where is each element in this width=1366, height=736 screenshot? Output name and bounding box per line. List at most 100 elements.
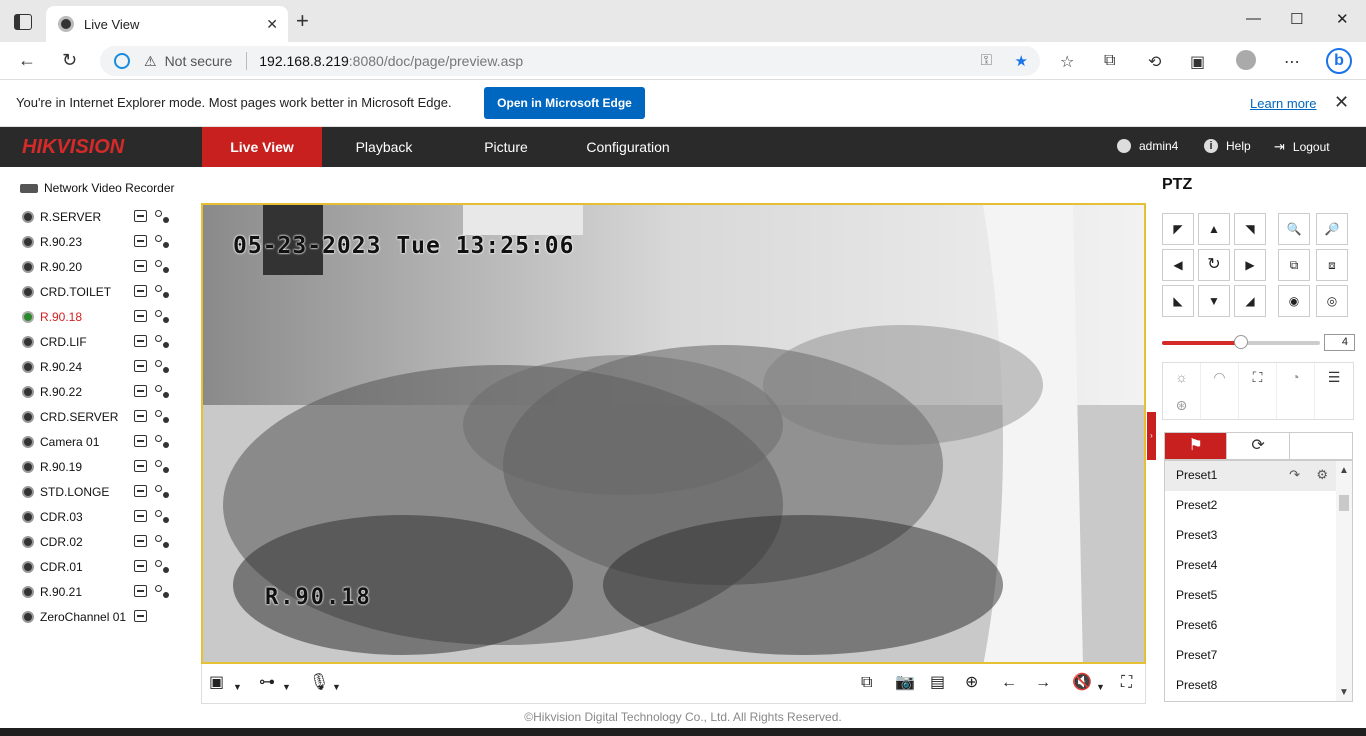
zoom-out-icon[interactable]: 🔍 [1278,213,1310,245]
tab-preset-flag-icon[interactable]: ⚑ [1165,433,1228,459]
tab-actions-icon[interactable] [14,14,32,30]
ptz-up-button[interactable]: ▲ [1198,213,1230,245]
preset-item[interactable]: Preset8 [1165,671,1352,701]
substream-icon[interactable] [155,460,169,473]
stream-icon[interactable] [134,460,147,472]
nav-live-view[interactable]: Live View [202,127,322,167]
scroll-up-icon[interactable]: ▲ [1339,465,1349,476]
ptz-up-right-button[interactable]: ◥ [1234,213,1266,245]
camera-item[interactable]: STD.LONGE [14,479,190,504]
nav-picture[interactable]: Picture [456,127,556,167]
next-page-icon[interactable]: → [1035,675,1051,691]
substream-icon[interactable] [155,360,169,373]
set-preset-gear-icon[interactable]: ⚙ [1316,461,1328,489]
substream-icon[interactable] [155,210,169,223]
video-viewport[interactable]: 05-23-2023 Tue 13:25:06 R.90.18 [201,203,1146,664]
new-tab-button[interactable]: + [296,10,309,32]
tab-patrol-icon[interactable]: ⟳ [1227,433,1290,459]
iris-open-icon[interactable]: ◉ [1278,285,1310,317]
microphone-icon[interactable]: 🎙 [309,675,329,691]
browser-tab[interactable]: Live View ✕ [46,6,288,42]
substream-icon[interactable] [155,435,169,448]
tab-pattern[interactable] [1290,433,1352,459]
substream-icon[interactable] [155,285,169,298]
camera-item[interactable]: CDR.01 [14,554,190,579]
refresh-icon[interactable]: ↻ [62,50,77,71]
not-secure-label[interactable]: Not secure [165,53,233,69]
stream-icon[interactable] [134,335,147,347]
stream-icon[interactable] [134,410,147,422]
menu-icon[interactable]: ☰ [1315,363,1353,391]
camera-item[interactable]: CDR.03 [14,504,190,529]
preset-item[interactable]: Preset7 [1165,641,1352,671]
ptz-auto-scan-icon[interactable]: ↻ [1198,249,1230,281]
url-input[interactable]: ⚠ Not secure 192.168.8.219 :8080/doc/pag… [100,46,1040,76]
scroll-thumb[interactable] [1339,495,1349,511]
iris-close-icon[interactable]: ◎ [1316,285,1348,317]
stop-all-icon[interactable]: ⧉ [861,675,872,691]
digital-zoom-icon[interactable]: ⊕ [965,675,978,691]
ptz-collapse-handle[interactable]: › [1147,412,1156,460]
substream-icon[interactable] [155,260,169,273]
substream-icon[interactable] [155,235,169,248]
ptz-right-button[interactable]: ▶ [1234,249,1266,281]
ptz-speed-slider[interactable] [1162,335,1320,349]
stream-icon[interactable] [134,260,147,272]
scroll-down-icon[interactable]: ▼ [1339,687,1349,698]
back-arrow-icon[interactable]: ← [18,50,36,71]
stream-icon[interactable] [134,485,147,497]
volume-mute-icon[interactable]: 🔇 [1072,675,1092,691]
camera-item[interactable]: R.90.22 [14,379,190,404]
substream-icon[interactable] [155,510,169,523]
stream-select-icon[interactable]: ⊶ [259,675,275,691]
learn-more-link[interactable]: Learn more [1250,96,1316,111]
tab-close-icon[interactable]: ✕ [266,16,278,33]
preset-item[interactable]: Preset1 ↷ ⚙ [1165,461,1352,491]
lens-init-icon[interactable]: ◔ [1277,363,1315,391]
call-preset-icon[interactable]: ↷ [1289,461,1300,489]
ie-bar-close-icon[interactable]: ✕ [1334,92,1349,113]
substream-icon[interactable] [155,585,169,598]
preset-item[interactable]: Preset3 [1165,521,1352,551]
record-icon[interactable]: ▤ [930,675,945,691]
profile-avatar[interactable] [1236,50,1256,70]
substream-icon[interactable] [155,410,169,423]
preset-item[interactable]: Preset4 [1165,551,1352,581]
user-menu[interactable]: admin4 [1117,139,1178,153]
substream-icon[interactable] [155,485,169,498]
previous-page-icon[interactable]: ← [1001,675,1017,691]
preset-item[interactable]: Preset2 [1165,491,1352,521]
nav-configuration[interactable]: Configuration [572,127,684,167]
stream-icon[interactable] [134,560,147,572]
collections-icon[interactable]: ⧉ [1104,52,1115,70]
volume-dropdown[interactable]: ▼ [1096,679,1105,695]
stream-icon[interactable] [134,585,147,597]
camera-item[interactable]: R.90.24 [14,354,190,379]
fullscreen-icon[interactable]: ⛶ [1121,675,1132,691]
preset-scrollbar[interactable]: ▲ ▼ [1336,461,1352,701]
camera-item[interactable]: Camera 01 [14,429,190,454]
nvr-root[interactable]: Network Video Recorder [14,178,190,198]
camera-item[interactable]: R.90.23 [14,229,190,254]
stream-icon[interactable] [134,510,147,522]
stream-icon[interactable] [134,310,147,322]
camera-item[interactable]: CRD.SERVER [14,404,190,429]
window-split-icon[interactable]: ▣ [209,675,224,691]
camera-item[interactable]: R.90.21 [14,579,190,604]
focus-far-icon[interactable]: ⧈ [1316,249,1348,281]
stream-icon[interactable] [134,210,147,222]
camera-item[interactable]: CDR.02 [14,529,190,554]
more-menu-icon[interactable]: ⋯ [1284,52,1300,72]
window-close-button[interactable]: ✕ [1336,10,1349,28]
substream-icon[interactable] [155,310,169,323]
window-split-dropdown[interactable]: ▼ [233,679,242,695]
substream-icon[interactable] [155,535,169,548]
ptz-down-right-button[interactable]: ◢ [1234,285,1266,317]
ptz-left-button[interactable]: ◀ [1162,249,1194,281]
favorites-icon[interactable]: ☆ [1060,52,1074,72]
audio-dropdown[interactable]: ▼ [332,679,341,695]
substream-icon[interactable] [155,385,169,398]
manual-tracking-icon[interactable]: ⊛ [1163,391,1201,419]
ptz-down-left-button[interactable]: ◣ [1162,285,1194,317]
maximize-button[interactable]: ☐ [1290,10,1303,28]
